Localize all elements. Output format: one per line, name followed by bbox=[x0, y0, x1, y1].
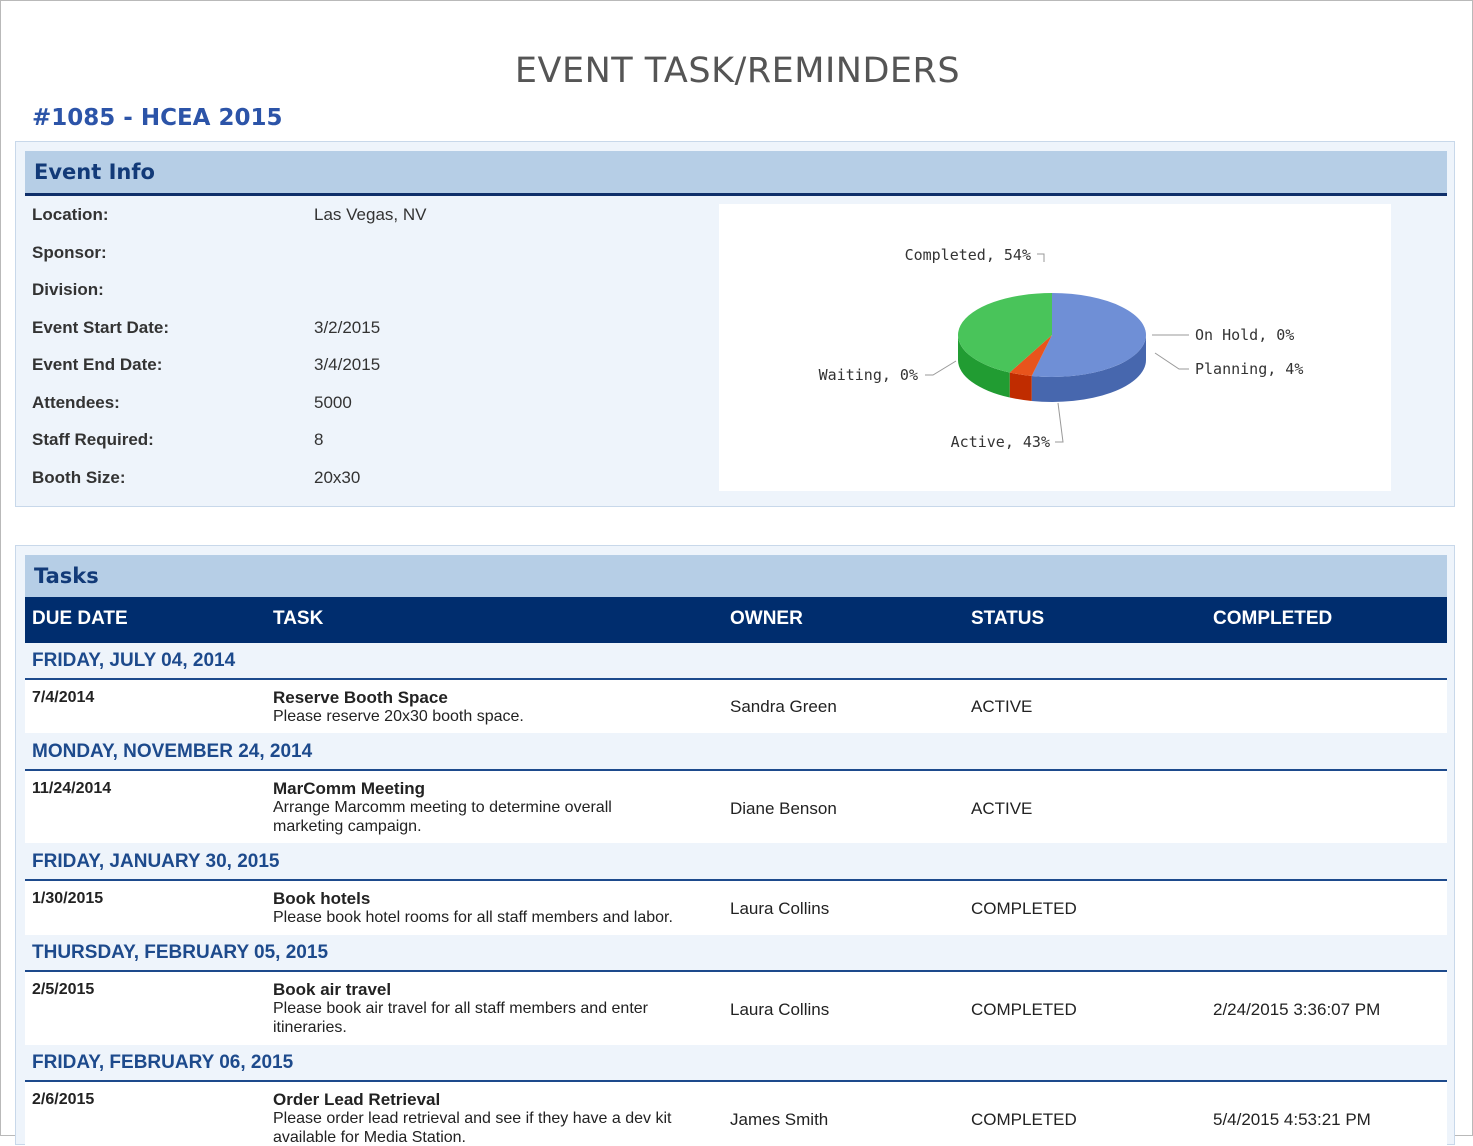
task-description: Please order lead retrieval and see if t… bbox=[273, 1110, 672, 1146]
group-heading: FRIDAY, FEBRUARY 06, 2015 bbox=[25, 1045, 1447, 1082]
group-heading: FRIDAY, JULY 04, 2014 bbox=[25, 643, 1447, 680]
task-cell: Order Lead Retrieval Please order lead r… bbox=[273, 1090, 713, 1146]
page-title: EVENT TASK/REMINDERS bbox=[514, 51, 961, 91]
booth-size-label: Booth Size: bbox=[32, 468, 126, 487]
task-due-date: 11/24/2014 bbox=[32, 780, 112, 797]
task-cell: MarComm Meeting Arrange Marcomm meeting … bbox=[273, 779, 673, 836]
division-label: Division: bbox=[32, 280, 104, 299]
task-title: Reserve Booth Space bbox=[273, 688, 448, 707]
attendees-label: Attendees: bbox=[32, 393, 120, 412]
task-description: Please reserve 20x30 booth space. bbox=[273, 708, 524, 725]
location-value: Las Vegas, NV bbox=[314, 205, 427, 224]
task-status: COMPLETED bbox=[971, 1110, 1077, 1129]
task-due-date: 2/6/2015 bbox=[32, 1091, 95, 1108]
pie-slice-label: Planning, 4% bbox=[1195, 360, 1303, 378]
task-cell: Book hotels Please book hotel rooms for … bbox=[273, 889, 718, 927]
task-completed: 2/24/2015 3:36:07 PM bbox=[1213, 1000, 1381, 1019]
task-description: Please book air travel for all staff mem… bbox=[273, 1000, 648, 1036]
task-owner: Laura Collins bbox=[730, 1000, 830, 1019]
group-heading: MONDAY, NOVEMBER 24, 2014 bbox=[25, 734, 1447, 771]
pie-leader-line bbox=[1055, 402, 1064, 443]
booth-size-value: 20x30 bbox=[314, 468, 361, 487]
task-table-header: DUE DATE TASK OWNER STATUS COMPLETED bbox=[25, 597, 1447, 643]
col-status[interactable]: STATUS bbox=[971, 608, 1044, 630]
table-row[interactable]: 7/4/2014 Reserve Booth Space Please rese… bbox=[25, 680, 1447, 733]
table-row[interactable]: 1/30/2015 Book hotels Please book hotel … bbox=[25, 881, 1447, 935]
tasks-header: Tasks bbox=[25, 555, 1447, 597]
end-date-label: Event End Date: bbox=[32, 355, 163, 374]
pie-leader-line bbox=[1154, 352, 1189, 370]
pie-slice-side bbox=[1009, 372, 1032, 402]
group-heading: THURSDAY, FEBRUARY 05, 2015 bbox=[25, 935, 1447, 972]
task-cell: Reserve Booth Space Please reserve 20x30… bbox=[273, 688, 713, 726]
task-status: COMPLETED bbox=[971, 899, 1077, 918]
task-status-pie-chart: Completed, 54% On Hold, 0% Planning, 4% Act… bbox=[719, 204, 1391, 491]
pie-chart-svg: Completed, 54% On Hold, 0% Planning, 4% Act… bbox=[819, 246, 1304, 451]
task-due-date: 1/30/2015 bbox=[32, 890, 104, 907]
task-title: MarComm Meeting bbox=[273, 779, 426, 798]
sponsor-label: Sponsor: bbox=[32, 243, 107, 262]
pie-slice-label: Waiting, 0% bbox=[819, 366, 918, 384]
table-row[interactable]: 11/24/2014 MarComm Meeting Arrange Marco… bbox=[25, 771, 1447, 843]
task-completed: 5/4/2015 4:53:21 PM bbox=[1213, 1110, 1371, 1129]
pie-leader-line bbox=[1037, 253, 1045, 262]
col-task[interactable]: TASK bbox=[273, 608, 323, 630]
task-status: COMPLETED bbox=[971, 1000, 1077, 1019]
col-due-date[interactable]: DUE DATE bbox=[32, 608, 128, 630]
task-status: ACTIVE bbox=[971, 799, 1033, 818]
staff-required-label: Staff Required: bbox=[32, 430, 154, 449]
pie-leader-line bbox=[925, 360, 957, 376]
tasks-panel: Tasks DUE DATE TASK OWNER STATUS COMPLET… bbox=[15, 545, 1455, 1146]
table-row[interactable]: 2/5/2015 Book air travel Please book air… bbox=[25, 972, 1447, 1045]
task-owner: Sandra Green bbox=[730, 697, 837, 716]
task-owner: James Smith bbox=[730, 1110, 829, 1129]
attendees-value: 5000 bbox=[314, 393, 352, 412]
group-heading: FRIDAY, JANUARY 30, 2015 bbox=[25, 844, 1447, 881]
task-owner: Laura Collins bbox=[730, 899, 830, 918]
task-due-date: 7/4/2014 bbox=[32, 689, 95, 706]
task-owner: Diane Benson bbox=[730, 799, 837, 818]
task-cell: Book air travel Please book air travel f… bbox=[273, 980, 693, 1037]
col-owner[interactable]: OWNER bbox=[730, 608, 803, 630]
start-date-label: Event Start Date: bbox=[32, 318, 169, 337]
event-title: #1085 - HCEA 2015 bbox=[32, 105, 283, 131]
task-description: Please book hotel rooms for all staff me… bbox=[273, 909, 673, 926]
task-status: ACTIVE bbox=[971, 697, 1033, 716]
col-completed[interactable]: COMPLETED bbox=[1213, 608, 1332, 630]
end-date-value: 3/4/2015 bbox=[314, 355, 381, 374]
start-date-value: 3/2/2015 bbox=[314, 318, 381, 337]
task-title: Book air travel bbox=[273, 980, 392, 999]
task-title: Book hotels bbox=[273, 889, 371, 908]
task-due-date: 2/5/2015 bbox=[32, 981, 95, 998]
staff-required-value: 8 bbox=[314, 430, 324, 449]
pie-slice-label: Completed, 54% bbox=[905, 246, 1031, 264]
pie-slice-label: Active, 43% bbox=[951, 433, 1050, 451]
pie-slice-label: On Hold, 0% bbox=[1195, 326, 1294, 344]
task-title: Order Lead Retrieval bbox=[273, 1090, 441, 1109]
location-label: Location: bbox=[32, 205, 109, 224]
event-info-header: Event Info bbox=[25, 151, 1447, 196]
table-row[interactable]: 2/6/2015 Order Lead Retrieval Please ord… bbox=[25, 1082, 1447, 1146]
event-info-panel: Event Info Location: Las Vegas, NV Spons… bbox=[15, 141, 1455, 507]
task-description: Arrange Marcomm meeting to determine ove… bbox=[273, 799, 612, 835]
